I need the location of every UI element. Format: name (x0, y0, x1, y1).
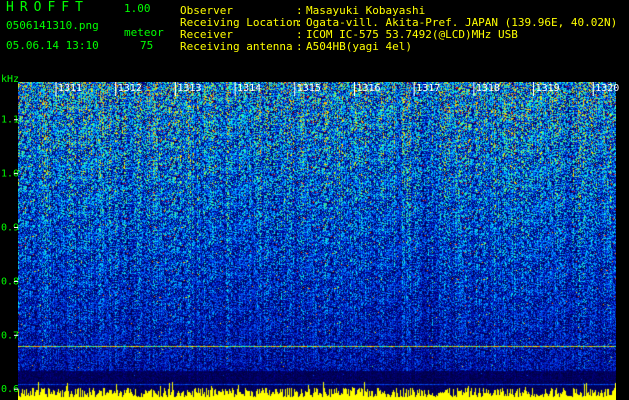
antenna-value: A504HB(yagi 4el) (306, 40, 412, 53)
x-tick-label: 1312 (118, 83, 142, 94)
spectrogram-axes: kHz 1.11.00.90.80.70.6 1311 1312 1313 1314 1… (1, 74, 619, 395)
y-ticks: 1.11.00.90.80.70.6 (1, 115, 19, 395)
date-time: 05.06.14 13:10 (6, 39, 99, 52)
antenna-key: Receiving antenna (180, 40, 293, 53)
file-name: 0506141310.png (6, 19, 99, 32)
x-tick-label: 1313 (177, 83, 201, 94)
spectrogram-panel: kHz 1.1 1.0 0.9 0.8 0.7 0.6 1311 1312 1313 1314 1… (0, 72, 629, 400)
meteor-label: meteor (124, 26, 164, 39)
app-title: HROFFT (6, 0, 89, 15)
x-ticks: 1311 1312 1313 1314 1315 1316 1317 1318 1319 1320 (55, 82, 619, 96)
x-tick-label: 1311 (58, 83, 82, 94)
meteor-count: 75 (140, 39, 154, 52)
antenna-colon: : (296, 40, 303, 53)
y-axis-unit: kHz (1, 74, 19, 85)
x-tick-label: 1314 (237, 83, 261, 94)
x-tick-label: 1319 (536, 83, 560, 94)
app-version: 1.00 (124, 2, 151, 15)
x-tick-label: 1317 (416, 83, 440, 94)
x-tick-label: 1316 (356, 83, 380, 94)
x-tick-label: 1315 (297, 83, 321, 94)
x-tick-label: 1318 (476, 83, 500, 94)
x-tick-label: 1320 (595, 83, 619, 94)
